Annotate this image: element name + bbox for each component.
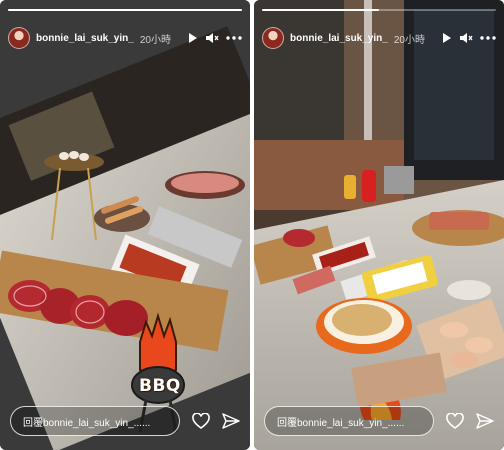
story-progress-bar [262,9,496,11]
reply-input[interactable]: 回覆bonnie_lai_suk_yin_...... [264,406,434,436]
avatar[interactable] [8,27,30,49]
send-icon[interactable] [476,413,494,429]
more-icon[interactable] [480,36,496,40]
story-panel-2[interactable]: bonnie_lai_suk_yin_ 20小時 回覆bonnie_lai_su… [254,0,504,450]
story-progress-bar [8,9,242,11]
story-footer: 回覆bonnie_lai_suk_yin_...... [10,406,240,436]
heart-icon[interactable] [192,413,210,429]
mute-icon[interactable] [205,32,219,44]
story-header: bonnie_lai_suk_yin_ 20小時 [262,26,496,50]
reply-input[interactable]: 回覆bonnie_lai_suk_yin_...... [10,406,180,436]
play-icon[interactable] [188,32,198,44]
post-time: 20小時 [139,34,171,46]
more-icon[interactable] [226,36,242,40]
username[interactable]: bonnie_lai_suk_yin_ [290,33,388,44]
story-footer: 回覆bonnie_lai_suk_yin_...... [264,406,494,436]
username[interactable]: bonnie_lai_suk_yin_ [36,33,134,44]
send-icon[interactable] [222,413,240,429]
play-icon[interactable] [442,32,452,44]
post-time: 20小時 [393,34,425,46]
heart-icon[interactable] [446,413,464,429]
avatar[interactable] [262,27,284,49]
story-photo-bbq-spread [254,0,504,450]
bbq-sticker-text: BBQ [139,376,181,396]
story-photo-bbq-table [0,0,250,450]
story-panel-1[interactable]: BBQ bonnie_lai_suk_yin_ 20小時 回覆bonnie_la… [0,0,250,450]
mute-icon[interactable] [459,32,473,44]
story-header: bonnie_lai_suk_yin_ 20小時 [8,26,242,50]
